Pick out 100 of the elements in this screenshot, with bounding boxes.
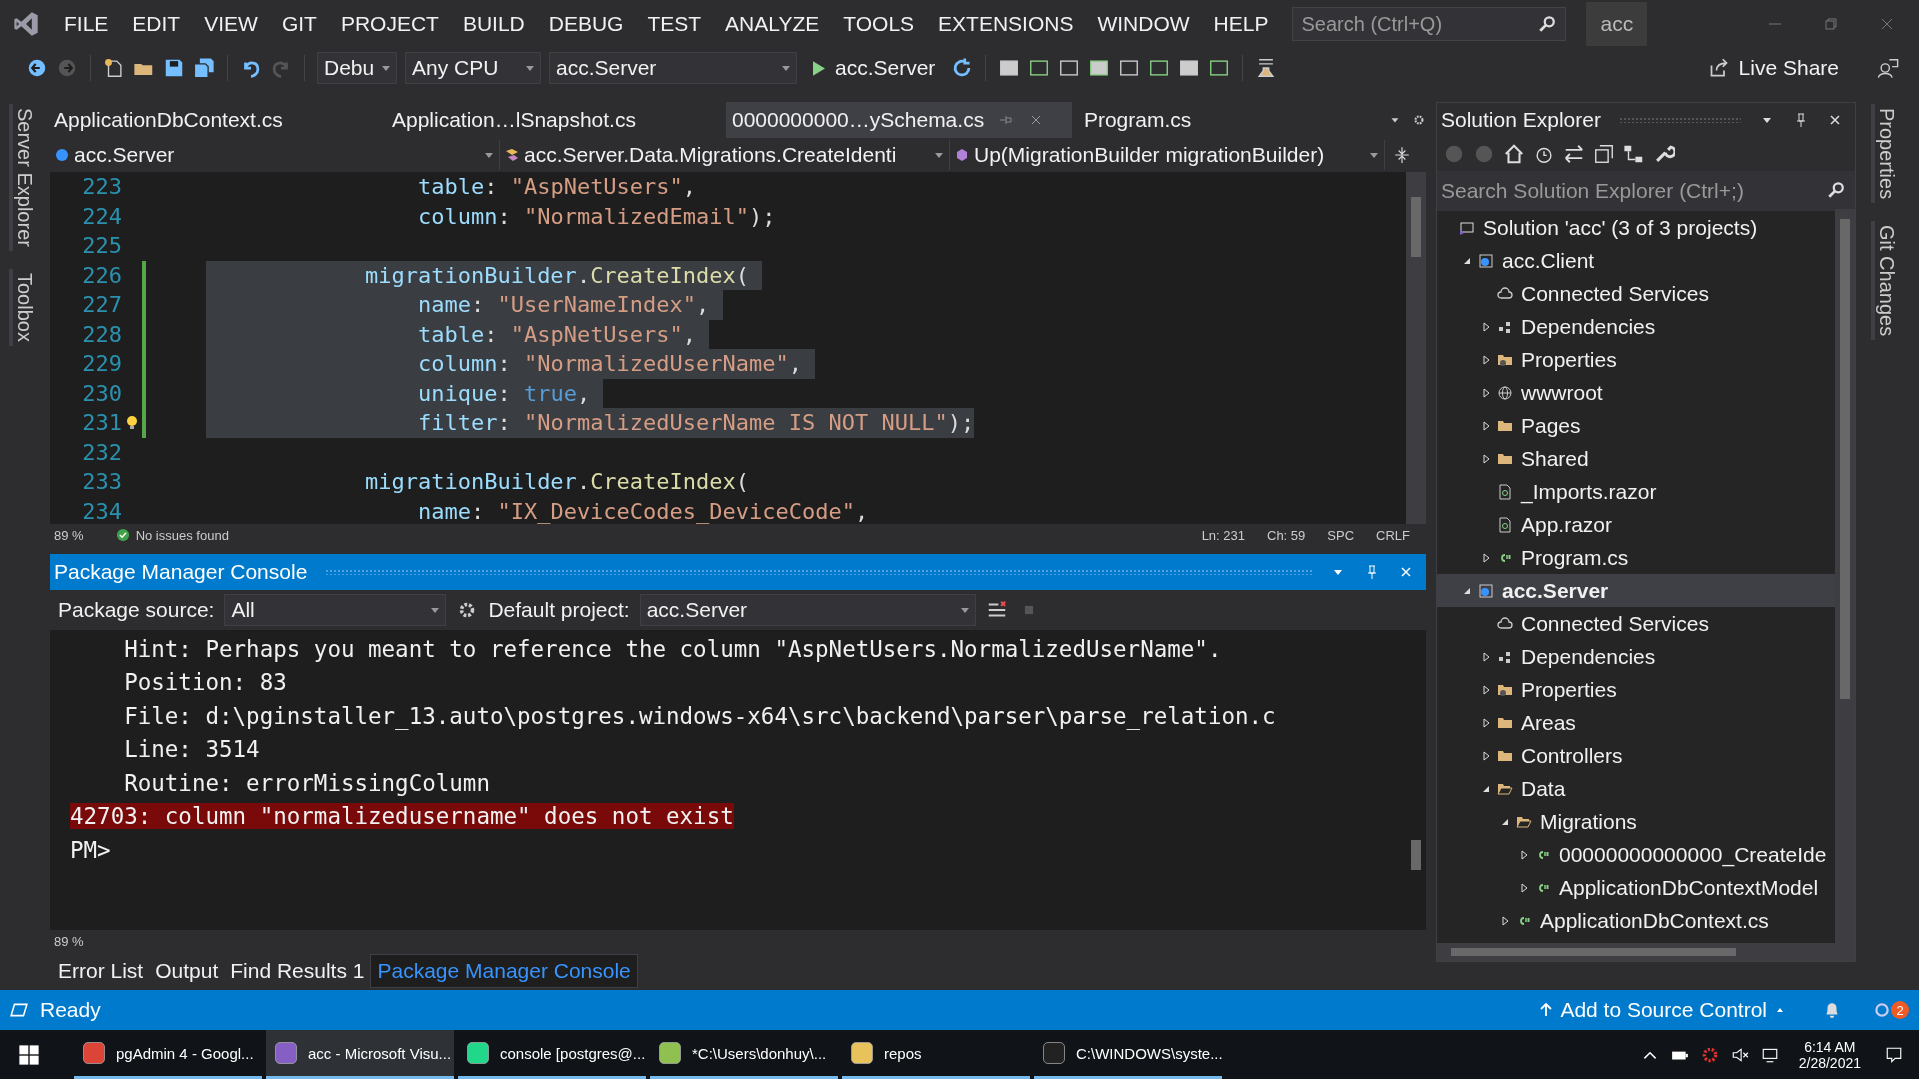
side-tab[interactable]: Properties (1870, 104, 1898, 204)
search-field[interactable]: Search Solution Explorer (Ctrl+;) (1437, 171, 1855, 211)
collapsed-arrow-icon[interactable] (1481, 420, 1491, 431)
collapsed-arrow-icon[interactable] (1500, 915, 1510, 926)
menu-item[interactable]: EXTENSIONS (926, 12, 1086, 36)
menu-item[interactable]: FILE (52, 12, 121, 36)
scrollbar[interactable] (1835, 209, 1855, 943)
scroll-thumb[interactable] (1840, 219, 1850, 699)
gear-icon[interactable] (1700, 1045, 1719, 1064)
sync-icon[interactable] (1563, 143, 1585, 165)
menu-item[interactable]: PROJECT (328, 12, 451, 36)
zoom-dropdown[interactable]: 89 % (54, 933, 84, 949)
taskbar-app[interactable]: C:\WINDOWS\syste... (1034, 1030, 1222, 1079)
tree-item[interactable]: Dependencies (1437, 640, 1835, 673)
menu-item[interactable]: TOOLS (831, 12, 927, 36)
zoom-dropdown[interactable]: 89 % (54, 527, 84, 543)
default-project-dropdown[interactable]: acc.Server (639, 594, 976, 626)
live-share-button[interactable]: Live Share (1702, 55, 1845, 81)
menu-item[interactable]: BUILD (450, 12, 537, 36)
member-dropdown[interactable]: Up(MigrationBuilder migrationBuilder) (950, 140, 1385, 170)
search-field[interactable]: Search (Ctrl+Q) (1292, 7, 1567, 41)
scrollbar[interactable] (1437, 943, 1855, 961)
collapsed-arrow-icon[interactable] (1481, 354, 1491, 365)
speaker-muted-icon[interactable] (1730, 1045, 1749, 1064)
startup-project-dropdown[interactable]: acc.Server (549, 52, 797, 84)
platform-dropdown[interactable]: Any CPU (405, 52, 541, 84)
side-tab[interactable]: Toolbox (8, 268, 36, 346)
scroll-thumb[interactable] (1411, 840, 1421, 870)
tree-item[interactable]: Pages (1437, 409, 1835, 442)
class-dropdown[interactable]: acc.Server.Data.Migrations.CreateIdenti (500, 140, 950, 170)
tree-item[interactable]: acc.Client (1437, 244, 1835, 277)
source-control-button[interactable]: Add to Source Control (1534, 997, 1791, 1023)
collapsed-arrow-icon[interactable] (1481, 651, 1491, 662)
clock[interactable]: 6:14 AM 2/28/2021 (1798, 1038, 1861, 1071)
panel-tab[interactable]: Find Results 1 (224, 955, 371, 988)
collapsed-arrow-icon[interactable] (1481, 684, 1491, 695)
lightbulb-icon[interactable] (126, 414, 138, 431)
tree-item[interactable]: wwwroot (1437, 376, 1835, 409)
collapsed-arrow-icon[interactable] (1519, 882, 1529, 893)
menu-item[interactable]: HELP (1201, 12, 1281, 36)
taskbar-app[interactable]: pgAdmin 4 - Googl... (74, 1030, 262, 1079)
tree-item[interactable]: Connected Services (1437, 277, 1835, 310)
panel-tab[interactable]: Package Manager Console (370, 954, 638, 989)
menu-item[interactable]: EDIT (120, 12, 193, 36)
split-icon[interactable] (1393, 146, 1411, 164)
hierarchy-icon[interactable] (1623, 143, 1645, 165)
scroll-thumb[interactable] (1451, 948, 1736, 956)
settings-icon[interactable] (1412, 113, 1426, 127)
tree-item[interactable]: ApplicationDbContextModel (1437, 871, 1835, 904)
issues-status[interactable]: No issues found (135, 527, 229, 543)
document-tab[interactable]: ApplicationDbContext.cs (50, 102, 388, 138)
taskbar-app[interactable]: console [postgres@... (458, 1030, 646, 1079)
tree-item[interactable]: Connected Services (1437, 607, 1835, 640)
collapsed-arrow-icon[interactable] (1519, 849, 1529, 860)
tree-item[interactable]: _Imports.razor (1437, 475, 1835, 508)
tree-item[interactable]: Shared (1437, 442, 1835, 475)
tree-item[interactable]: acc.Server (1437, 574, 1835, 607)
home-icon[interactable] (1503, 143, 1525, 165)
collapsed-arrow-icon[interactable] (1481, 552, 1491, 563)
panel-tab[interactable]: Output (149, 955, 225, 988)
tree-item[interactable]: Program.cs (1437, 541, 1835, 574)
notifications-icon[interactable] (1885, 1045, 1903, 1064)
panel-tab[interactable]: Error List (52, 955, 150, 988)
menu-item[interactable]: WINDOW (1085, 12, 1202, 36)
configuration-dropdown[interactable]: Debu (317, 52, 397, 84)
collapse-icon[interactable] (1593, 143, 1615, 165)
tree-item[interactable]: ApplicationDbContext.cs (1437, 904, 1835, 937)
tree-item[interactable]: 00000000000000_CreateIde (1437, 838, 1835, 871)
scroll-thumb[interactable] (1411, 197, 1421, 257)
taskbar-app[interactable]: *C:\Users\donhuy\... (650, 1030, 838, 1079)
side-tab[interactable]: Server Explorer (8, 104, 36, 251)
new-item-icon[interactable] (103, 57, 125, 79)
tree-item[interactable]: Properties (1437, 673, 1835, 706)
taskbar-app[interactable]: repos (842, 1030, 1030, 1079)
save-all-icon[interactable] (193, 57, 215, 79)
bell-icon[interactable] (1823, 1001, 1841, 1019)
collapsed-arrow-icon[interactable] (1481, 750, 1491, 761)
menu-item[interactable]: TEST (635, 12, 714, 36)
package-source-dropdown[interactable]: All (224, 594, 447, 626)
document-tab[interactable]: Program.cs (1079, 102, 1379, 138)
tree-item[interactable]: Migrations (1437, 805, 1835, 838)
menu-item[interactable]: VIEW (192, 12, 270, 36)
windows-start-icon[interactable] (18, 1043, 40, 1066)
run-button[interactable]: acc.Server (805, 56, 944, 80)
menu-item[interactable]: DEBUG (536, 12, 636, 36)
collapsed-arrow-icon[interactable] (1481, 387, 1491, 398)
collapsed-arrow-icon[interactable] (1481, 453, 1491, 464)
menu-item[interactable]: ANALYZE (713, 12, 832, 36)
project-dropdown[interactable]: acc.Server (50, 140, 500, 170)
document-tab[interactable]: Application…lSnapshot.cs (388, 102, 726, 138)
tree-item[interactable]: Data (1437, 772, 1835, 805)
collapsed-arrow-icon[interactable] (1481, 717, 1491, 728)
tree-item[interactable]: Areas (1437, 706, 1835, 739)
taskbar-app[interactable]: acc - Microsoft Visu... (266, 1030, 454, 1079)
scrollbar[interactable] (1406, 172, 1426, 524)
tree-item[interactable]: Dependencies (1437, 310, 1835, 343)
tree-item[interactable]: App.razor (1437, 508, 1835, 541)
save-icon[interactable] (163, 57, 185, 79)
tree-item[interactable]: Solution 'acc' (3 of 3 projects) (1437, 211, 1835, 244)
side-tab[interactable]: Git Changes (1870, 221, 1898, 341)
